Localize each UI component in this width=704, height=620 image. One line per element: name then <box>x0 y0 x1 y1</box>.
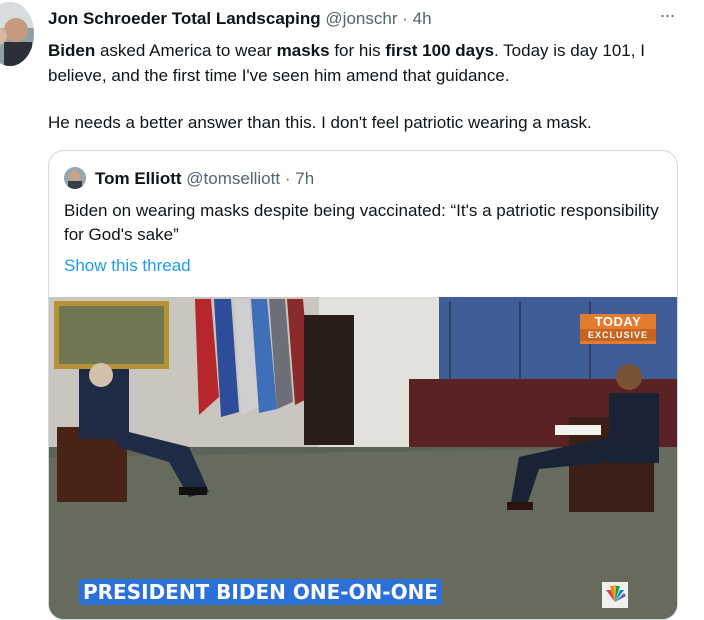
video-frame <box>49 297 677 619</box>
bold-text: Biden <box>48 41 96 60</box>
author-name[interactable]: Jon Schroeder Total Landscaping <box>48 9 321 28</box>
quoted-avatar-image <box>64 167 86 189</box>
quoted-author-handle[interactable]: @tomselliott <box>186 169 280 188</box>
author-avatar[interactable] <box>0 2 34 66</box>
tweet-timestamp[interactable]: 4h <box>413 9 432 28</box>
tweet-header: Jon Schroeder Total Landscaping @jonschr… <box>48 8 432 30</box>
video-lower-third-banner: PRESIDENT BIDEN ONE-ON-ONE <box>79 579 442 605</box>
quoted-author-name[interactable]: Tom Elliott <box>95 169 182 188</box>
bold-text: first 100 days <box>385 41 495 60</box>
quoted-tweet-header: Tom Elliott @tomselliott · 7h <box>95 168 314 190</box>
text-span: asked America to wear <box>95 41 277 60</box>
separator-dot: · <box>284 169 291 188</box>
tweet-paragraph-2: He needs a better answer than this. I do… <box>48 113 592 132</box>
tweet-text: Biden asked America to wear masks for hi… <box>48 38 688 135</box>
author-handle[interactable]: @jonschr <box>325 9 397 28</box>
show-thread-link[interactable]: Show this thread <box>64 254 191 278</box>
video-media[interactable]: TODAY EXCLUSIVE PRESIDENT BIDEN ONE-ON-O… <box>49 297 677 619</box>
separator-dot: · <box>402 9 408 28</box>
text-span: for his <box>329 41 386 60</box>
quoted-tweet-text: Biden on wearing masks despite being vac… <box>64 201 659 244</box>
tweet[interactable]: Jon Schroeder Total Landscaping @jonschr… <box>0 0 704 620</box>
tweet-paragraph-1: Biden asked America to wear masks for hi… <box>48 38 688 88</box>
today-badge-title: TODAY <box>594 314 642 329</box>
quoted-author-avatar[interactable] <box>64 167 86 189</box>
bold-text: masks <box>276 41 330 60</box>
today-badge-subtitle: EXCLUSIVE <box>580 329 656 341</box>
today-exclusive-badge: TODAY EXCLUSIVE <box>580 314 656 344</box>
nbc-peacock-icon <box>602 582 628 608</box>
avatar-image <box>0 2 34 66</box>
more-options-icon[interactable]: ··· <box>656 4 678 26</box>
quoted-tweet[interactable]: Tom Elliott @tomselliott · 7h Biden on w… <box>48 150 678 620</box>
quoted-tweet-timestamp[interactable]: 7h <box>295 169 314 188</box>
